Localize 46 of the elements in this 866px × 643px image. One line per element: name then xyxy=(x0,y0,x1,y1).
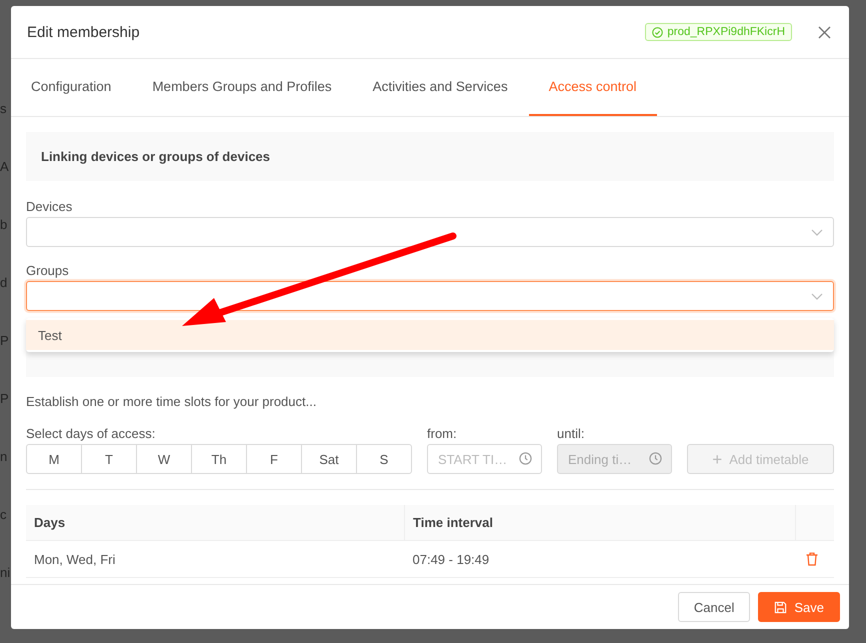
background-text: d xyxy=(0,274,8,292)
background-text: P xyxy=(0,390,10,408)
day-toggle[interactable]: Sat xyxy=(301,444,357,474)
column-header: Days xyxy=(26,505,404,540)
day-toggle[interactable]: F xyxy=(246,444,302,474)
delete-button[interactable] xyxy=(806,552,818,566)
background-text: P xyxy=(0,332,10,350)
day-toggle[interactable]: S xyxy=(356,444,412,474)
background-text: c xyxy=(0,506,8,524)
background-text: A xyxy=(0,158,10,176)
save-icon xyxy=(774,600,788,614)
cancel-button[interactable]: Cancel xyxy=(678,592,750,622)
table-cell: Mon, Wed, Fri xyxy=(26,540,404,578)
dialog-title: Edit membership xyxy=(27,24,141,40)
groups-select[interactable] xyxy=(26,281,834,311)
day-toggle[interactable]: Th xyxy=(191,444,247,474)
field-label: Devices xyxy=(26,199,74,214)
section-title: Linking devices or groups of devices xyxy=(41,149,270,164)
tab[interactable]: Configuration xyxy=(11,59,132,116)
chevron-down-icon xyxy=(811,228,823,236)
field-label: from: xyxy=(427,426,458,441)
background-text: s xyxy=(0,100,8,118)
day-toggle[interactable]: M xyxy=(26,444,82,474)
trash-icon xyxy=(806,552,818,566)
table-cell: 07:49 - 19:49 xyxy=(404,540,796,578)
tab[interactable]: Activities and Services xyxy=(352,59,528,116)
background-text: ni xyxy=(0,564,11,582)
hint-text: Establish one or more time slots for your product... xyxy=(26,394,318,409)
column-header: Time interval xyxy=(404,505,796,540)
chevron-down-icon xyxy=(811,292,823,300)
clock-icon xyxy=(519,452,532,465)
check-circle-icon xyxy=(652,26,664,38)
background-text: n xyxy=(0,448,8,466)
day-toggle[interactable]: T xyxy=(81,444,137,474)
start-time-field[interactable]: START TI… xyxy=(427,444,542,474)
dropdown-option[interactable]: Test xyxy=(26,320,834,350)
tab[interactable]: Members Groups and Profiles xyxy=(132,59,352,116)
close-button[interactable] xyxy=(818,26,831,38)
day-toggle[interactable]: W xyxy=(136,444,192,474)
field-label: until: xyxy=(557,426,586,441)
close-icon xyxy=(818,26,831,38)
field-label: Select days of access: xyxy=(26,426,156,441)
field-label: Groups xyxy=(26,263,70,278)
product-id: prod_RPXPi9dhFKicrH xyxy=(667,26,785,38)
background-text: b xyxy=(0,216,8,234)
clock-icon xyxy=(649,452,662,465)
